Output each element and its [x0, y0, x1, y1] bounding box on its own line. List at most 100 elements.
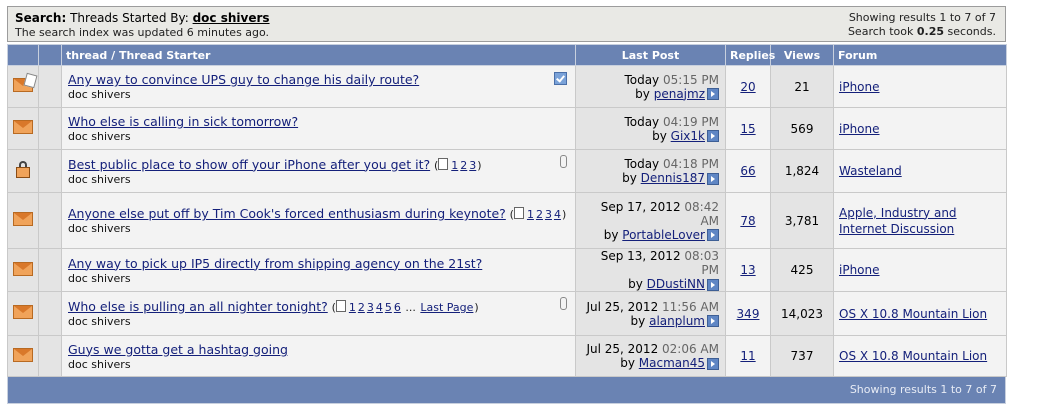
last-post-by-label: by: [603, 227, 619, 242]
go-to-last-post-icon[interactable]: [707, 229, 719, 241]
replies-cell: 78: [725, 192, 771, 249]
go-to-last-post-icon[interactable]: [707, 88, 719, 100]
last-post-by-label: by: [622, 171, 637, 185]
last-post-by-label: by: [628, 277, 643, 291]
last-poster-link[interactable]: DDustiNN: [647, 277, 705, 291]
thread-starter: doc shivers: [68, 172, 131, 186]
page-link[interactable]: 2: [536, 208, 543, 221]
replies-link[interactable]: 20: [740, 80, 755, 94]
thread-title-cell: Best public place to show off your iPhon…: [61, 149, 576, 193]
replies-link[interactable]: 11: [740, 349, 755, 363]
thread-title-link[interactable]: Who else is calling in sick tomorrow?: [68, 114, 298, 129]
go-to-last-post-icon[interactable]: [707, 278, 719, 291]
replies-cell: 11: [725, 335, 771, 377]
replies-link[interactable]: 66: [740, 164, 755, 178]
thread-status-cell: [7, 65, 39, 108]
last-poster-link[interactable]: PortableLover: [622, 228, 705, 242]
page-link[interactable]: 3: [367, 301, 374, 314]
last-poster-link[interactable]: Gix1k: [671, 129, 705, 143]
last-poster-link[interactable]: Dennis187: [641, 171, 705, 185]
page-link[interactable]: 3: [545, 208, 552, 221]
page-links: (1 2 3 4): [509, 207, 567, 221]
thread-title-link[interactable]: Any way to convince UPS guy to change hi…: [68, 72, 419, 87]
page-link[interactable]: 5: [385, 301, 392, 314]
replies-cell: 66: [725, 149, 771, 193]
thread-status-cell: [7, 107, 39, 150]
thread-status-cell: [7, 335, 39, 377]
forum-link[interactable]: OS X 10.8 Mountain Lion: [839, 307, 987, 321]
page-link[interactable]: 4: [376, 301, 383, 314]
table-row: Guys we gotta get a hashtag going doc shi…: [7, 335, 1007, 377]
thread-title-link[interactable]: Who else is pulling an all nighter tonig…: [68, 299, 328, 314]
table-row: Any way to pick up IP5 directly from shi…: [7, 248, 1007, 292]
thread-icon-cell: [38, 335, 62, 377]
thread-status-cell: [7, 149, 39, 193]
thread-title-link[interactable]: Any way to pick up IP5 directly from shi…: [68, 256, 482, 271]
footer-results-summary: Showing results 1 to 7 of 7: [849, 383, 997, 396]
page-link[interactable]: 1: [527, 208, 534, 221]
thread-icon-cell: [38, 248, 62, 292]
go-to-last-post-icon[interactable]: [707, 315, 719, 327]
index-update-note: The search index was updated 6 minutes a…: [15, 26, 270, 39]
replies-link[interactable]: 15: [740, 122, 755, 136]
thread-title-link[interactable]: Anyone else put off by Tim Cook's forced…: [68, 206, 506, 221]
last-post-cell: Today 04:19 PM by Gix1k: [575, 107, 726, 150]
page-link[interactable]: 1: [349, 301, 356, 314]
last-poster-link[interactable]: Macman45: [639, 356, 705, 370]
thread-starter: doc shivers: [68, 357, 131, 371]
replies-link[interactable]: 13: [740, 263, 755, 277]
threads-table: thread / Thread Starter Last Post Replie…: [7, 44, 1007, 377]
page-link[interactable]: 1: [451, 159, 458, 172]
thread-title-link[interactable]: Guys we gotta get a hashtag going: [68, 342, 288, 357]
thread-title-link[interactable]: Best public place to show off your iPhon…: [68, 157, 430, 172]
checkbox-icon[interactable]: [554, 72, 567, 85]
replies-link[interactable]: 78: [740, 214, 755, 228]
forum-link-line2[interactable]: Internet Discussion: [839, 222, 954, 236]
thread-title-cell: Any way to pick up IP5 directly from shi…: [61, 248, 576, 292]
thread-status-cell: [7, 248, 39, 292]
views-column-header[interactable]: Views: [770, 44, 834, 66]
last-post-by-label: by: [620, 356, 635, 370]
last-post-time: 08:03 PM: [684, 249, 719, 277]
page-link[interactable]: 2: [460, 159, 467, 172]
results-summary: Showing results 1 to 7 of 7: [848, 11, 996, 24]
views-count: 425: [790, 263, 814, 277]
search-time: Search took 0.25 seconds.: [848, 25, 996, 39]
go-to-last-post-icon[interactable]: [707, 172, 719, 185]
results-info: Showing results 1 to 7 of 7 Search took …: [848, 11, 996, 39]
last-poster-link[interactable]: penajmz: [654, 87, 705, 101]
replies-link[interactable]: 349: [737, 307, 760, 321]
page-link[interactable]: 6: [394, 301, 401, 314]
forum-link[interactable]: iPhone: [839, 122, 880, 136]
thread-title-cell: Who else is calling in sick tomorrow? doc…: [61, 107, 576, 150]
last-post-time: 08:42 AM: [684, 199, 719, 228]
forum-link[interactable]: iPhone: [839, 80, 880, 94]
last-post-time: 04:18 PM: [663, 157, 719, 171]
forum-column-header[interactable]: Forum: [833, 44, 1007, 66]
replies-cell: 15: [725, 107, 771, 150]
last-post-date: Sep 13, 2012: [600, 249, 681, 263]
last-post-cell: Jul 25, 2012 02:06 AM by Macman45: [575, 335, 726, 377]
paperclip-icon: [560, 155, 567, 168]
search-user-link[interactable]: doc shivers: [193, 11, 270, 25]
table-row: Who else is pulling an all nighter tonig…: [7, 291, 1007, 336]
go-to-last-post-icon[interactable]: [707, 130, 719, 142]
forum-cell: Apple, Industry and Internet Discussion: [833, 192, 1007, 249]
envelope-icon: [13, 212, 33, 226]
last-post-by-label: by: [630, 313, 646, 328]
thread-column-header[interactable]: thread / Thread Starter: [61, 44, 576, 66]
page-link[interactable]: 4: [554, 208, 561, 221]
page-link[interactable]: 2: [358, 301, 365, 314]
icon-column-header: [7, 44, 39, 66]
last-post-column-header[interactable]: Last Post: [575, 44, 726, 66]
forum-link[interactable]: OS X 10.8 Mountain Lion: [839, 349, 987, 363]
replies-column-header[interactable]: Replies: [725, 44, 775, 66]
last-poster-link[interactable]: alanplum: [649, 314, 705, 328]
forum-link[interactable]: iPhone: [839, 263, 880, 277]
go-to-last-post-icon[interactable]: [707, 357, 719, 370]
page-link[interactable]: 3: [469, 159, 476, 172]
forum-link[interactable]: Wasteland: [839, 164, 902, 178]
views-cell: 3,781: [770, 192, 834, 249]
last-page-link[interactable]: Last Page: [420, 301, 473, 314]
forum-link[interactable]: Apple, Industry and: [839, 206, 957, 220]
